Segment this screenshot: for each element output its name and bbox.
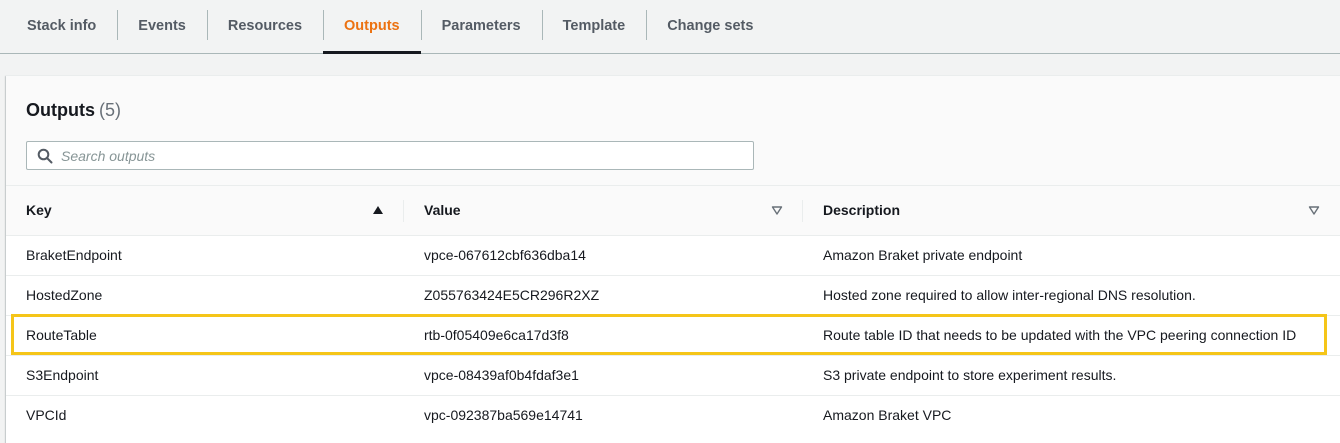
cell-description: Route table ID that needs to be updated … [803,315,1340,356]
sort-ascending-icon[interactable] [372,204,384,216]
outputs-panel: Outputs(5) Key Value [6,75,1340,443]
tab-parameters[interactable]: Parameters [420,0,542,51]
column-header-value-label: Value [424,202,461,219]
cell-key: VPCId [26,407,67,424]
tab-stack-info[interactable]: Stack info [6,0,117,51]
cell-description: Amazon Braket private endpoint [803,235,1340,276]
cell-description: S3 private endpoint to store experiment … [803,355,1340,396]
table-row: VPCId vpc-092387ba569e14741 Amazon Brake… [6,395,1340,435]
cell-description: Hosted zone required to allow inter-regi… [803,275,1340,316]
search-input[interactable] [61,145,741,166]
tab-bar: Stack info Events Resources Outputs Para… [0,0,1340,54]
tab-template[interactable]: Template [541,0,647,51]
table-row: S3Endpoint vpce-08439af0b4fdaf3e1 S3 pri… [6,355,1340,396]
search-icon [37,148,53,164]
column-header-description-label: Description [823,202,901,219]
cell-description: Amazon Braket VPC [823,407,952,424]
page-title: Outputs (5) [26,100,121,121]
search-box[interactable] [26,141,754,170]
table-header-row: Key Value Description [6,186,1340,236]
sort-unsorted-icon[interactable] [1308,204,1320,216]
tab-resources[interactable]: Resources [206,0,323,51]
table-row: HostedZone Z055763424E5CR296R2XZ Hosted … [6,275,1340,316]
cell-key: S3Endpoint [6,355,404,396]
outputs-title: Outputs [26,100,95,120]
column-header-key-label: Key [26,202,52,219]
cell-value: Z055763424E5CR296R2XZ [404,275,803,316]
column-header-key[interactable]: Key [6,186,404,236]
cell-value: vpce-08439af0b4fdaf3e1 [404,355,803,396]
sort-unsorted-icon[interactable] [771,204,783,216]
column-header-value[interactable]: Value [404,186,803,236]
tab-events[interactable]: Events [117,0,207,51]
cell-value: rtb-0f05409e6ca17d3f8 [404,315,803,356]
table-row: RouteTable rtb-0f05409e6ca17d3f8 Route t… [6,315,1340,356]
table-row: BraketEndpoint vpce-067612cbf636dba14 Am… [6,235,1340,276]
outputs-count: (5) [99,100,121,120]
outputs-header: Outputs (5) [6,76,1340,186]
cell-key: HostedZone [6,275,404,316]
cell-key: RouteTable [6,315,404,356]
outputs-table: Key Value Description BraketEndpoint vpc [6,186,1340,435]
tab-outputs[interactable]: Outputs [323,0,421,54]
cell-key: BraketEndpoint [6,235,404,276]
column-header-description[interactable]: Description [803,186,1340,236]
tab-change-sets[interactable]: Change sets [646,0,774,51]
cell-value: vpc-092387ba569e14741 [424,407,583,424]
cell-value: vpce-067612cbf636dba14 [404,235,803,276]
